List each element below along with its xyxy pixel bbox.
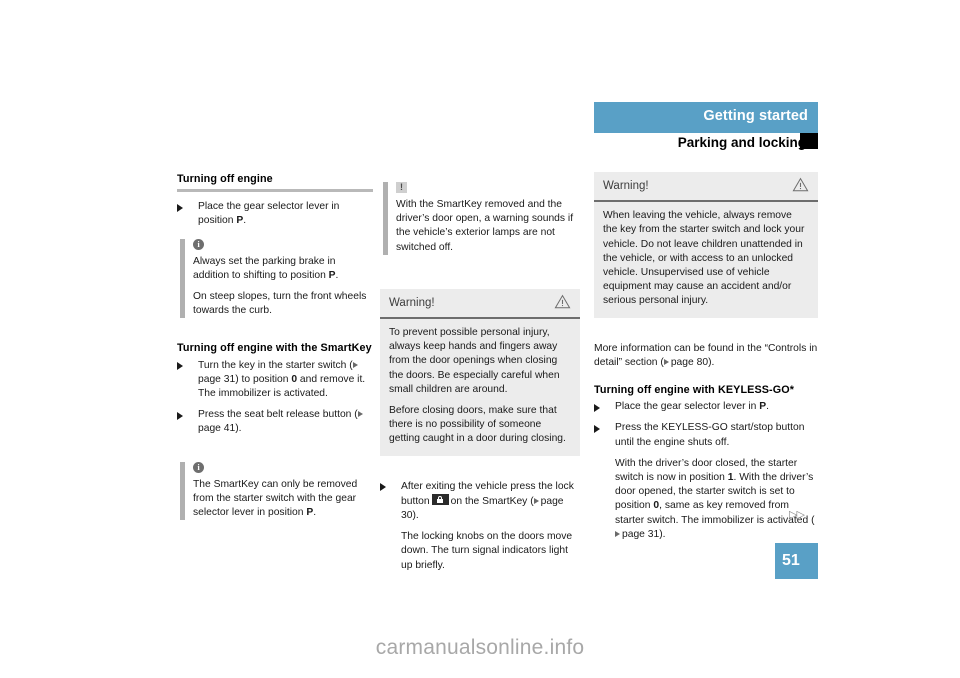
info-icon: i (193, 238, 204, 250)
list-item-text: and remove it. (297, 373, 366, 385)
note-text-end: . (335, 269, 339, 281)
info-icon: i (193, 461, 204, 473)
caution-note: ! With the SmartKey removed and the driv… (380, 182, 580, 255)
warning-box: Warning! When leaving the vehicle, alway… (594, 172, 818, 318)
info-note: i The SmartKey can only be removed from … (177, 461, 373, 521)
exclamation-icon: ! (396, 182, 407, 193)
bullet-triangle-icon (380, 483, 386, 492)
heading-turning-off-engine-smartkey: Turning off engine with the SmartKey (177, 342, 372, 355)
list-item-subtext: The immobilizer is activated. (198, 388, 328, 400)
section-marker-icon (800, 133, 818, 149)
warning-triangle-icon (792, 177, 809, 192)
page-number-tab: 51 (775, 543, 818, 579)
warning-text: When leaving the vehicle, always remove … (603, 210, 805, 307)
warning-box-title: Warning! (603, 180, 649, 192)
bullet-triangle-icon (177, 362, 183, 371)
heading-turning-off-engine-keyless-go: Turning off engine with KEYLESS-GO* (594, 384, 795, 397)
note-text: On steep slopes, turn the front wheels t… (193, 291, 367, 317)
lock-button-icon (431, 493, 449, 505)
list-item-text: Turn the key in the starter switch ( (198, 359, 353, 371)
cross-reference-icon (357, 411, 363, 418)
bullet-triangle-icon (594, 403, 600, 412)
list-item: Place the gear selector lever in positio… (177, 200, 373, 228)
paragraph-text-end: ). (708, 356, 715, 368)
bullet-triangle-icon (177, 203, 183, 212)
section-title: Parking and locking (677, 135, 806, 150)
heading-turning-off-engine: Turning off engine (177, 172, 373, 193)
warning-text: Before closing doors, make sure that the… (389, 405, 566, 445)
note-text: The SmartKey can only be removed from th… (193, 478, 358, 519)
list-item: Turn the key in the starter switch ( page… (177, 359, 373, 402)
chapter-header-bar: Getting started (594, 102, 818, 133)
content-column-3: Warning! When leaving the vehicle, alway… (594, 172, 818, 549)
list-item: Place the gear selector lever in P. (594, 400, 818, 414)
bullet-triangle-icon (594, 424, 600, 433)
list-item-text: ). (412, 510, 419, 522)
info-note: i Always set the parking brake in additi… (177, 238, 373, 319)
list-item-text: Place the gear selector lever in positio… (198, 201, 340, 227)
warning-box: Warning! To prevent possible personal in… (380, 288, 580, 456)
cross-reference-icon (352, 361, 358, 368)
cross-reference-link[interactable]: page 41 (198, 423, 235, 434)
content-column-1: Turning off engine Place the gear select… (177, 172, 373, 530)
note-text: With the SmartKey removed and the driver… (396, 199, 574, 253)
cross-reference-icon (663, 358, 669, 365)
warning-text: To prevent possible personal injury, alw… (389, 327, 560, 395)
list-item-text: ). (235, 423, 242, 435)
watermark: carmanualsonline.info (375, 636, 585, 659)
chapter-title: Getting started (703, 108, 808, 124)
note-text: Always set the parking brake in addition… (193, 255, 336, 281)
cross-reference-link[interactable]: page 31 (198, 374, 235, 385)
warning-box-header: Warning! (380, 289, 580, 320)
more-information-paragraph: More information can be found in the “Co… (594, 342, 818, 370)
warning-box-title: Warning! (389, 296, 435, 309)
list-item-text: Press the seat belt release button ( (198, 409, 358, 421)
warning-box-body: When leaving the vehicle, always remove … (594, 202, 818, 317)
warning-triangle-icon (554, 294, 571, 309)
bullet-triangle-icon (177, 411, 183, 420)
list-item: Press the seat belt release button ( page… (177, 408, 373, 436)
list-item-text: on the SmartKey ( (450, 495, 534, 507)
list-item-text: Press the KEYLESS-GO start/stop button u… (615, 422, 805, 448)
list-item-subtext: The locking knobs on the doors move down… (401, 531, 573, 571)
emphasis-value: P (328, 269, 336, 281)
continuation-arrows-icon: ▷▷ (789, 509, 805, 521)
cross-reference-link[interactable]: page 31 (622, 529, 659, 540)
note-text-end: . (313, 507, 317, 519)
list-item: Press the KEYLESS-GO start/stop button u… (594, 421, 818, 542)
content-column-2: ! With the SmartKey removed and the driv… (380, 172, 580, 580)
page-number: 51 (782, 552, 800, 569)
cross-reference-icon (615, 530, 620, 537)
warning-box-header: Warning! (594, 172, 818, 203)
list-item-subtext-end: ). (659, 528, 666, 540)
warning-box-body: To prevent possible personal injury, alw… (380, 319, 580, 456)
list-item-text-end: . (766, 401, 769, 413)
cross-reference-link[interactable]: page 80 (671, 357, 708, 368)
list-item-text-end: . (243, 215, 247, 227)
list-item-text: ) to position (235, 373, 292, 385)
list-item: After exiting the vehicle press the lock… (380, 480, 580, 573)
cross-reference-icon (533, 497, 539, 504)
list-item-text: Place the gear selector lever in (615, 401, 760, 413)
